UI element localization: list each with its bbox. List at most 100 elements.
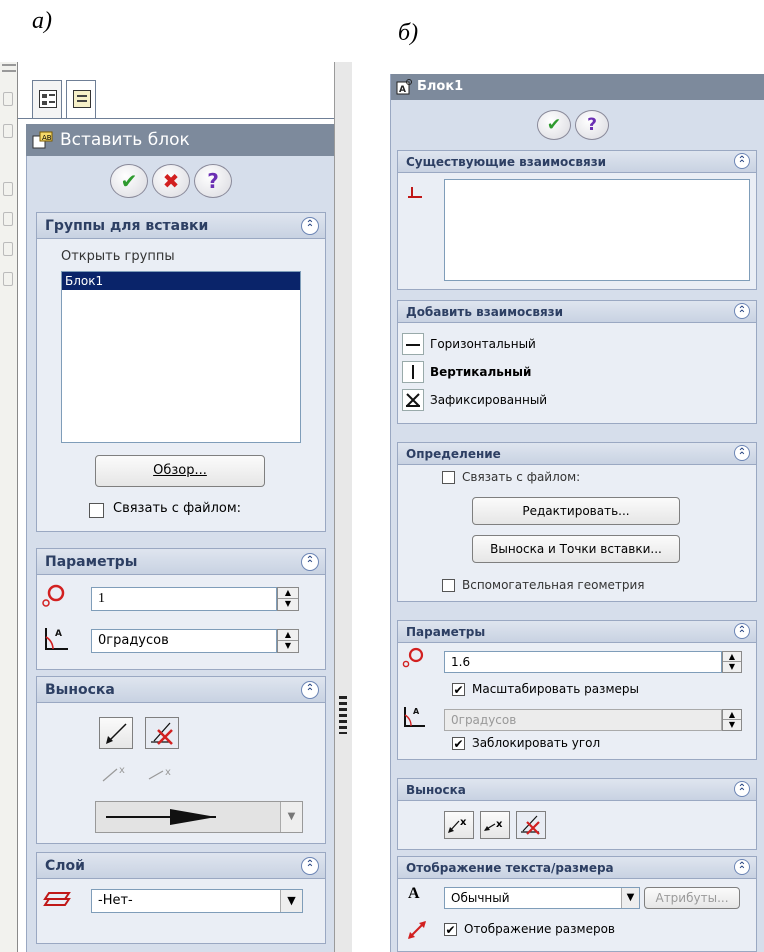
caption-b: б) [398, 20, 419, 46]
font-select[interactable]: Обычный ▼ [444, 887, 640, 909]
groups-section-header[interactable]: Группы для вставки [37, 213, 325, 239]
construction-geometry-label: Вспомогательная геометрия [462, 578, 645, 592]
list-item[interactable]: Блок1 [62, 272, 300, 290]
panel-a-title-text: Вставить блок [60, 130, 190, 150]
caption-a: а) [32, 8, 52, 34]
definition-header[interactable]: Определение [398, 443, 756, 465]
leader-left-button[interactable]: x [444, 811, 474, 839]
relations-list[interactable] [444, 179, 750, 281]
scale-dimensions-checkbox[interactable]: ✔ [452, 683, 465, 697]
scale-icon [42, 584, 65, 607]
svg-text:x: x [460, 817, 467, 828]
groups-section: Группы для вставки Открыть группы Блок1 … [36, 212, 326, 532]
scale-spinner[interactable]: ▲ ▼ [277, 587, 299, 611]
open-groups-label: Открыть группы [61, 249, 175, 264]
arrow-style-select[interactable]: ▼ [95, 801, 303, 833]
relation-icon [408, 187, 422, 198]
attributes-button[interactable]: Атрибуты... [644, 887, 740, 909]
params-section: Параметры 1.6 ▲▼ ✔ Масштабировать размер… [397, 620, 757, 760]
vertical-icon [402, 361, 424, 383]
panel-b-title: A Блок1 [391, 74, 764, 100]
collapse-icon[interactable] [734, 445, 750, 461]
leader-section: Выноска x x [397, 778, 757, 850]
arrow-style-icon [106, 809, 216, 825]
relation-horizontal[interactable]: Горизонтальный [402, 333, 742, 359]
browse-button[interactable]: Обзор... [95, 455, 265, 487]
collapse-icon[interactable] [301, 857, 319, 875]
collapse-icon[interactable] [734, 153, 750, 169]
definition-section: Определение Связать с файлом: Редактиров… [397, 442, 757, 602]
text-display-header[interactable]: Отображение текста/размера [398, 857, 756, 879]
scale-field[interactable]: 1 [91, 587, 277, 611]
add-relations-header[interactable]: Добавить взаимосвязи [398, 301, 756, 323]
tab-feature-manager[interactable] [32, 80, 62, 118]
angle-field[interactable]: 0градусов [91, 629, 277, 653]
leader-left-icon: x [448, 817, 467, 833]
svg-text:x: x [165, 767, 171, 778]
svg-text:x: x [119, 765, 125, 776]
groups-list[interactable]: Блок1 [61, 271, 301, 443]
leader-header[interactable]: Выноска [398, 779, 756, 801]
scale-spinner[interactable]: ▲ ▼ [722, 651, 742, 673]
help-button[interactable]: ? [194, 164, 232, 198]
show-dimensions-label: Отображение размеров [464, 922, 616, 936]
text-display-section: Отображение текста/размера A Обычный ▼ А… [397, 856, 757, 952]
link-to-file-checkbox[interactable] [89, 503, 104, 518]
fix-icon [402, 389, 424, 411]
leader-section-header[interactable]: Выноска [37, 677, 325, 703]
tab-property-manager[interactable] [66, 80, 96, 118]
panel-a-title: AB Вставить блок [26, 124, 334, 156]
leader-insert-points-button[interactable]: Выноска и Точки вставки... [472, 535, 680, 563]
angle-icon: A [404, 707, 425, 727]
collapse-icon[interactable] [734, 623, 750, 639]
lock-angle-label: Заблокировать угол [472, 736, 601, 750]
no-leader-button[interactable] [145, 717, 179, 749]
layer-select[interactable]: -Нет- ▼ [91, 889, 303, 913]
leader-left-icon: x [102, 765, 125, 782]
collapse-icon[interactable] [301, 681, 319, 699]
leader-right-button[interactable]: x [480, 811, 510, 839]
no-leader-button[interactable] [516, 811, 546, 839]
horizontal-icon [402, 333, 424, 355]
construction-geometry-checkbox[interactable] [442, 579, 455, 592]
params-header[interactable]: Параметры [398, 621, 756, 643]
layer-section-header[interactable]: Слой [37, 853, 325, 879]
collapse-icon[interactable] [734, 303, 750, 319]
relation-fixed[interactable]: Зафиксированный [402, 389, 742, 415]
svg-text:A: A [55, 629, 62, 639]
angle-spinner[interactable]: ▲ ▼ [722, 709, 742, 731]
scale-icon [402, 647, 424, 668]
ok-button[interactable]: ✔ [110, 164, 148, 198]
property-icon [73, 90, 91, 108]
show-dimensions-checkbox[interactable]: ✔ [444, 923, 457, 937]
link-to-file-checkbox[interactable] [442, 471, 455, 484]
params-section-header[interactable]: Параметры [37, 549, 325, 575]
existing-relations-header[interactable]: Существующие взаимосвязи [398, 151, 756, 173]
collapse-icon[interactable] [734, 781, 750, 797]
no-leader-icon [151, 722, 173, 745]
leader-section: Выноска x x ▼ [36, 676, 326, 844]
leader-type-button[interactable] [99, 717, 133, 749]
params-section: Параметры 1 ▲▼ A 0градусов ▲▼ [36, 548, 326, 670]
svg-text:AB: AB [42, 134, 52, 142]
edit-button[interactable]: Редактировать... [472, 497, 680, 525]
relation-vertical[interactable]: Вертикальный [402, 361, 742, 387]
splitter[interactable] [334, 62, 352, 952]
tree-icon [39, 90, 57, 108]
angle-icon: A [45, 628, 68, 650]
cancel-button[interactable]: ✖ [152, 164, 190, 198]
help-button[interactable]: ? [575, 110, 609, 140]
angle-spinner[interactable]: ▲ ▼ [277, 629, 299, 653]
ok-button[interactable]: ✔ [537, 110, 571, 140]
svg-text:A: A [399, 85, 406, 95]
scale-field[interactable]: 1.6 [444, 651, 722, 673]
collapse-icon[interactable] [301, 553, 319, 571]
link-to-file-label: Связать с файлом: [462, 470, 581, 484]
panel-b-title-text: Блок1 [417, 79, 464, 94]
svg-text:A: A [413, 707, 420, 716]
collapse-icon[interactable] [734, 859, 750, 875]
insert-block-icon: AB [32, 131, 53, 149]
lock-angle-checkbox[interactable]: ✔ [452, 737, 465, 751]
angle-field[interactable]: 0градусов [444, 709, 722, 731]
collapse-icon[interactable] [301, 217, 319, 235]
